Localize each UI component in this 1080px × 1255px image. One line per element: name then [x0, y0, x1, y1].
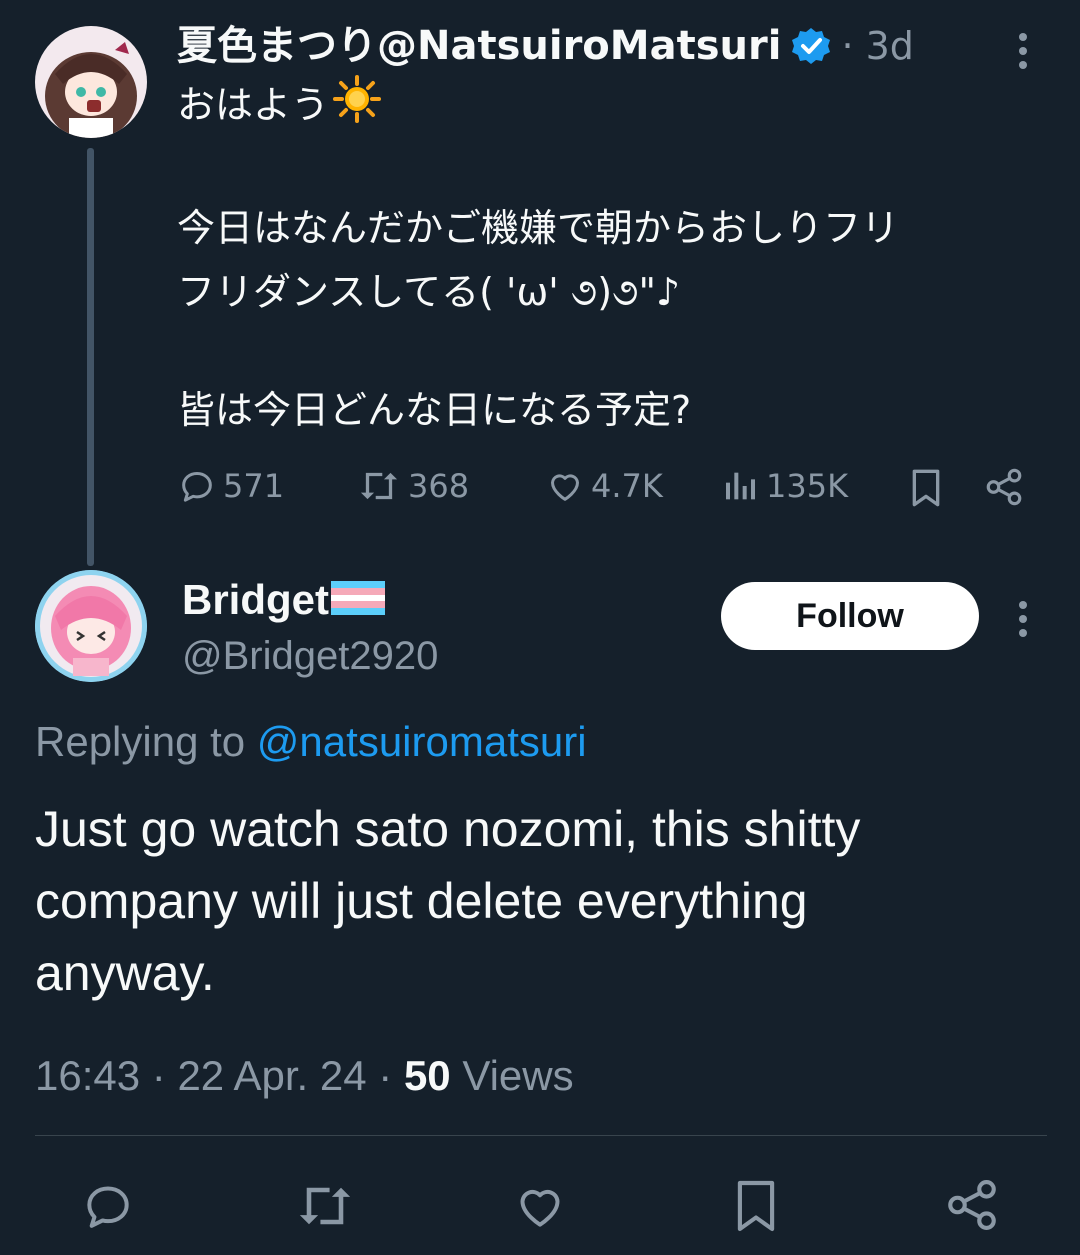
share-icon[interactable]	[983, 466, 1025, 512]
repost-action[interactable]: 368	[356, 466, 469, 506]
reply-line-1: Just go watch sato nozomi, this shitty	[35, 801, 861, 857]
reply-handle[interactable]: @Bridget2920	[182, 630, 438, 682]
replying-to: Replying to @natsuiromatsuri	[35, 714, 587, 770]
share-icon	[948, 1179, 996, 1231]
thread-line	[87, 148, 94, 566]
like-icon	[520, 1189, 560, 1227]
reply-date[interactable]: 22 Apr. 24	[177, 1052, 366, 1099]
reply-button[interactable]	[80, 1178, 136, 1238]
reply-views-label: Views	[462, 1052, 574, 1099]
tweet-line-1: おはよう	[177, 75, 382, 140]
time-ago[interactable]: · 3d	[841, 24, 913, 68]
sun-emoji-icon	[333, 75, 382, 140]
reply-author-name[interactable]: Bridget	[182, 576, 329, 624]
reply-more-icon[interactable]	[1019, 601, 1029, 643]
share-button[interactable]	[943, 1176, 1001, 1238]
avatar-bridget[interactable]	[35, 570, 147, 682]
divider	[35, 1135, 1047, 1136]
author-name[interactable]: 夏色まつり@NatsuiroMatsuri	[177, 22, 781, 70]
views-action[interactable]: 135K	[722, 466, 848, 506]
more-icon[interactable]	[1019, 33, 1029, 75]
tweet-line-4: 皆は今日どんな日になる予定?	[177, 388, 692, 432]
repost-icon	[360, 472, 398, 500]
repost-icon	[299, 1187, 351, 1225]
reply-time[interactable]: 16:43	[35, 1052, 140, 1099]
repost-button[interactable]	[293, 1178, 357, 1238]
bookmark-button[interactable]	[733, 1178, 779, 1238]
tweet-line-3: フリダンスしてる( 'ω' ૭)૭"♪	[177, 270, 681, 314]
views-icon	[726, 472, 755, 500]
reply-action[interactable]: 571	[177, 466, 284, 506]
reply-meta: 16:43 · 22 Apr. 24 · 50 Views	[35, 1052, 574, 1099]
like-button[interactable]	[512, 1178, 568, 1238]
replying-prefix: Replying to	[35, 718, 246, 765]
like-action[interactable]: 4.7K	[545, 466, 663, 506]
bookmark-icon[interactable]	[909, 468, 943, 512]
reply-count: 571	[223, 467, 285, 505]
like-count: 4.7K	[591, 467, 663, 505]
tweet-line-2: 今日はなんだかご機嫌で朝からおしりフリ	[177, 206, 900, 250]
reply-views-count: 50	[403, 1052, 451, 1099]
trans-flag-icon	[331, 581, 385, 619]
reply-icon	[87, 1186, 129, 1228]
reply-icon	[182, 472, 212, 502]
tweet-header: 夏色まつり@NatsuiroMatsuri · 3d	[177, 22, 914, 70]
repost-count: 368	[408, 467, 470, 505]
bookmark-icon	[737, 1180, 775, 1232]
avatar-natsuiro[interactable]	[35, 26, 147, 138]
reply-line-2: company will just delete everything	[35, 873, 808, 929]
reply-author: Bridget	[182, 576, 385, 624]
like-icon	[551, 474, 579, 501]
views-count: 135K	[766, 467, 849, 505]
replying-handle-link[interactable]: @natsuiromatsuri	[257, 718, 587, 765]
follow-button[interactable]: Follow	[721, 582, 979, 650]
reply-line-3: anyway.	[35, 945, 215, 1001]
verified-badge-icon	[791, 26, 831, 66]
